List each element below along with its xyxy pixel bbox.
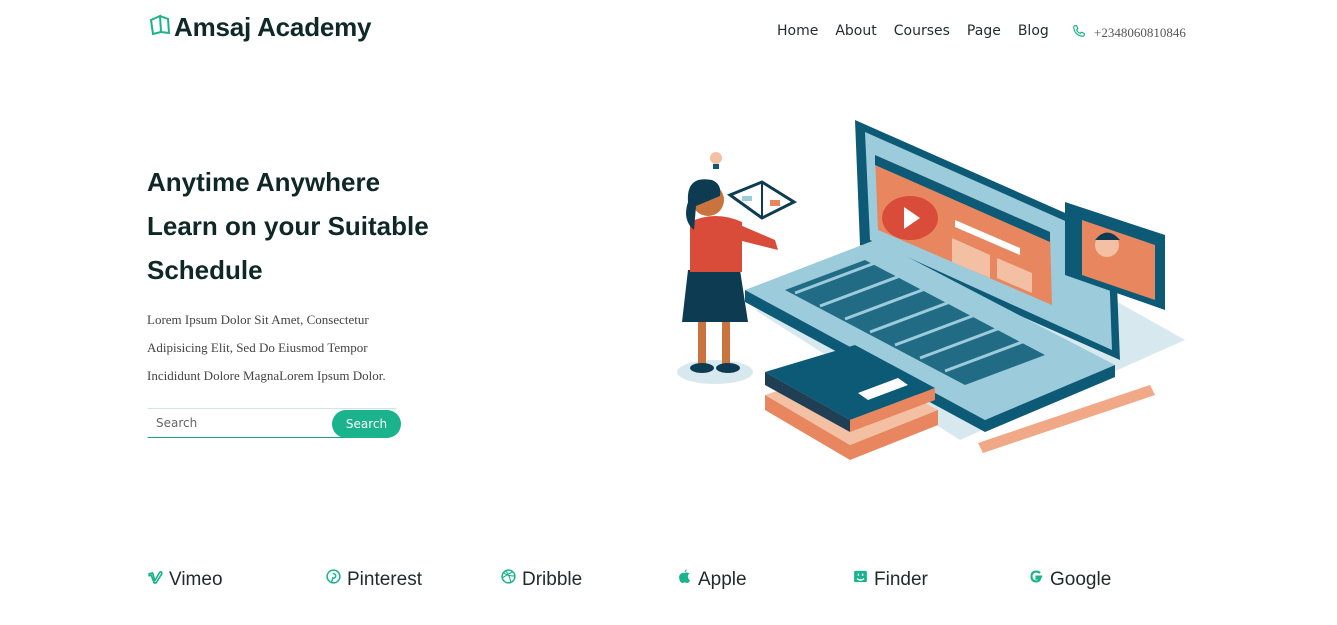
brand-google[interactable]: Google <box>1028 568 1111 591</box>
brand-label: Pinterest <box>347 568 422 590</box>
pinterest-icon <box>325 568 347 591</box>
nav-about[interactable]: About <box>835 23 876 39</box>
site-logo[interactable]: Amsaj Academy <box>148 12 372 43</box>
brand-label: Apple <box>698 568 747 590</box>
phone-number: +2348060810846 <box>1094 25 1186 40</box>
person-shadow <box>677 360 753 384</box>
main-nav: Home About Courses Page Blog <box>777 23 1066 39</box>
hero-title-line: Anytime Anywhere <box>147 167 381 197</box>
brand-label: Dribble <box>522 568 583 590</box>
google-icon <box>1028 568 1050 591</box>
apple-icon <box>676 568 698 591</box>
nav-blog[interactable]: Blog <box>1018 23 1049 39</box>
brand-dribble[interactable]: Dribble <box>500 568 582 591</box>
finder-icon <box>852 568 874 591</box>
brand-apple[interactable]: Apple <box>676 568 747 591</box>
brand-label: Google <box>1050 568 1112 590</box>
book-logo-icon <box>148 13 174 42</box>
search-form: Search <box>147 408 403 440</box>
hero-description-line: Lorem Ipsum Dolor Sit Amet, Consectetur <box>147 312 369 327</box>
hero-description: Lorem Ipsum Dolor Sit Amet, Consectetur … <box>147 306 407 390</box>
nav-page[interactable]: Page <box>967 23 1001 39</box>
site-name: Amsaj Academy <box>174 12 372 42</box>
lightbulb-icon <box>710 152 722 164</box>
nav-courses[interactable]: Courses <box>894 23 950 39</box>
brand-label: Finder <box>874 568 928 590</box>
brand-vimeo[interactable]: Vimeo <box>147 568 223 591</box>
hero-description-line: Incididunt Dolore MagnaLorem Ipsum Dolor… <box>147 368 386 383</box>
phone-icon <box>1072 24 1094 42</box>
hero-illustration <box>660 110 1200 470</box>
nav-home[interactable]: Home <box>777 23 818 39</box>
hero-title-line: Learn on your Suitable <box>147 211 429 241</box>
person-shirt <box>690 216 742 272</box>
hero-description-line: Adipisicing Elit, Sed Do Eiusmod Tempor <box>147 340 368 355</box>
dribbble-icon <box>500 568 522 591</box>
phone-contact[interactable]: +2348060810846 <box>1072 24 1186 42</box>
hero-title-line: Schedule <box>147 255 263 285</box>
person-skirt <box>682 270 748 322</box>
vimeo-icon <box>147 568 169 591</box>
brand-pinterest[interactable]: Pinterest <box>325 568 422 591</box>
hero-title: Anytime Anywhere Learn on your Suitable … <box>147 160 477 292</box>
brand-logos: Vimeo Pinterest Dribble Apple Finder Goo… <box>147 568 1147 592</box>
brand-finder[interactable]: Finder <box>852 568 928 591</box>
brand-label: Vimeo <box>169 568 223 590</box>
search-button[interactable]: Search <box>332 410 401 438</box>
